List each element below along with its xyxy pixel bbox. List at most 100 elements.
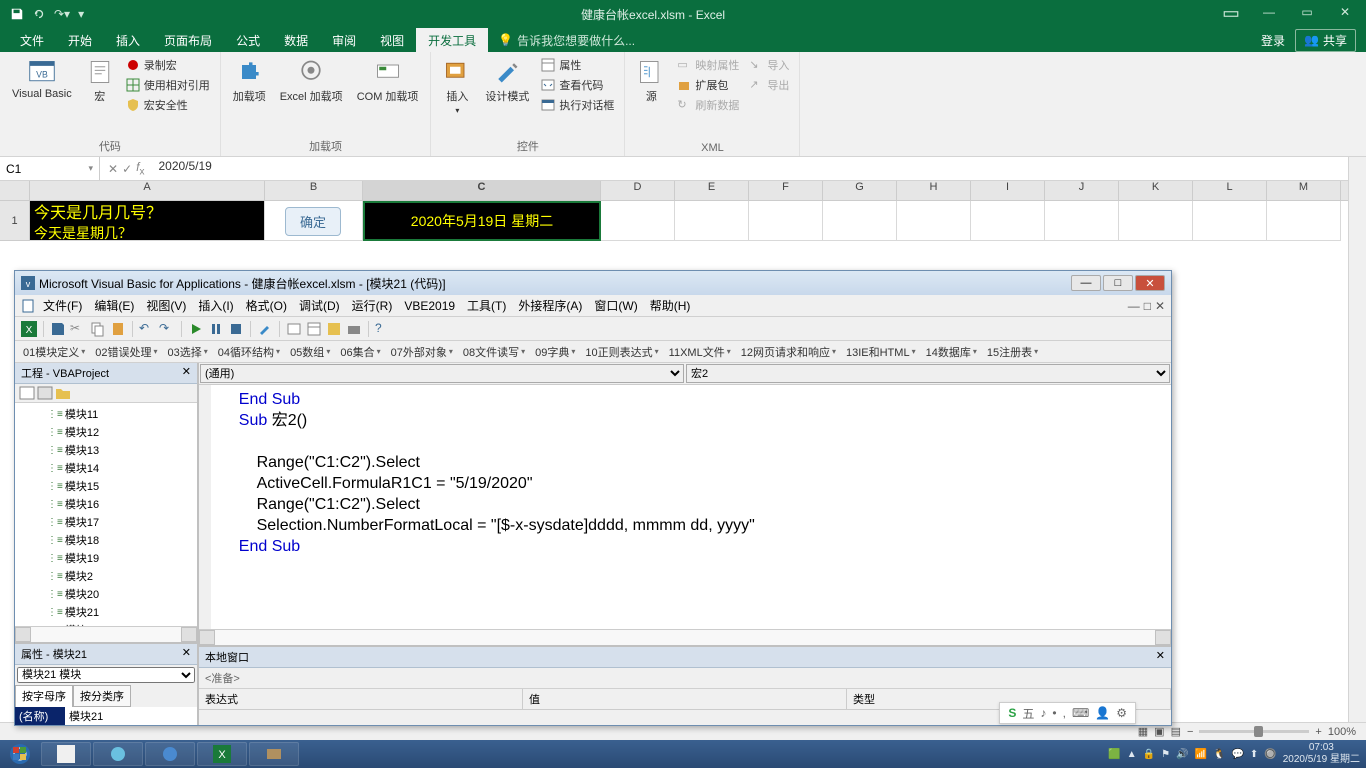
cell-B1[interactable]: 确定 [265,201,363,241]
tray-icon[interactable]: 📶 [1195,749,1207,760]
cell-I1[interactable] [971,201,1045,241]
vbe-minimize-icon[interactable]: — [1071,275,1101,291]
taskbar-excel[interactable]: X [197,742,247,766]
cancel-formula-icon[interactable]: ✕ [108,162,118,176]
tree-node-module[interactable]: ⋮≡模块15 [17,477,195,495]
vbe-tabbar-item[interactable]: 03选择 [164,342,212,362]
tab-home[interactable]: 开始 [56,28,104,52]
fx-icon[interactable]: fx [136,160,144,177]
tb-excel-icon[interactable]: X [21,321,37,337]
tray-icon[interactable]: 🐧 [1213,749,1225,760]
col-header[interactable]: M [1267,181,1341,200]
taskbar-item[interactable] [93,742,143,766]
taskbar-item[interactable] [41,742,91,766]
taskbar-clock[interactable]: 07:03 2020/5/19 星期二 [1283,742,1360,766]
mdi-control-icon[interactable]: ✕ [1155,299,1165,313]
col-header[interactable]: L [1193,181,1267,200]
tb-design-icon[interactable] [257,321,273,337]
tb-copy-icon[interactable] [90,321,106,337]
vbe-titlebar[interactable]: v Microsoft Visual Basic for Application… [15,271,1171,295]
cell-D1[interactable] [601,201,675,241]
tab-insert[interactable]: 插入 [104,28,152,52]
tab-view[interactable]: 视图 [368,28,416,52]
minimize-icon[interactable]: — [1260,5,1278,23]
close-icon[interactable]: ✕ [1336,5,1354,23]
share-button[interactable]: 👥共享 [1295,29,1356,52]
excel-addins-button[interactable]: Excel 加载项 [276,56,347,106]
design-mode-button[interactable]: 设计模式 [481,56,533,106]
tray-icon[interactable]: 🔘 [1264,749,1276,760]
ribbon-options-icon[interactable] [1222,5,1240,23]
cell-C1[interactable]: 2020年5月19日 星期二 [363,201,601,241]
folder-icon[interactable] [55,386,71,400]
vbe-tabbar-item[interactable]: 04循环结构 [214,342,284,362]
ok-button[interactable]: 确定 [285,207,341,236]
tree-node-module[interactable]: ⋮≡模块20 [17,585,195,603]
login-link[interactable]: 登录 [1261,32,1285,49]
col-header[interactable]: I [971,181,1045,200]
cell-J1[interactable] [1045,201,1119,241]
taskbar-item[interactable] [145,742,195,766]
tb-paste-icon[interactable] [110,321,126,337]
vbe-close-icon[interactable]: ✕ [1135,275,1165,291]
tab-developer[interactable]: 开发工具 [416,28,488,52]
undo-icon[interactable] [32,7,46,21]
tree-node-module[interactable]: ⋮≡模块2 [17,567,195,585]
mdi-control-icon[interactable]: □ [1144,299,1151,313]
tree-node-module[interactable]: ⋮≡模块13 [17,441,195,459]
view-code-button[interactable]: 查看代码 [539,76,616,94]
code-hscroll[interactable] [199,629,1171,645]
relative-ref-button[interactable]: 使用相对引用 [124,76,212,94]
zoom-in-icon[interactable]: + [1315,726,1321,738]
tb-project-icon[interactable] [286,321,302,337]
tray-icon[interactable]: ⬆ [1250,749,1258,760]
vbe-menu-item[interactable]: 运行(R) [348,297,397,314]
col-header[interactable]: K [1119,181,1193,200]
vbe-tabbar-item[interactable]: 13IE和HTML [842,342,920,362]
cell-F1[interactable] [749,201,823,241]
col-header[interactable]: D [601,181,675,200]
vbe-maximize-icon[interactable]: □ [1103,275,1133,291]
vbe-tabbar-item[interactable]: 15注册表 [983,342,1042,362]
vbe-menu-item[interactable]: 外接程序(A) [514,297,586,314]
row-header[interactable]: 1 [0,201,30,241]
cell-K1[interactable] [1119,201,1193,241]
pane-close-icon[interactable]: ✕ [1156,649,1165,665]
keyboard-icon[interactable]: ⌨ [1072,706,1089,720]
xml-source-button[interactable]: 源 [633,56,669,106]
vbe-tabbar-item[interactable]: 07外部对象 [387,342,457,362]
pane-close-icon[interactable]: ✕ [182,365,191,381]
vbe-tabbar-item[interactable]: 08文件读写 [459,342,529,362]
view-object-icon[interactable] [37,386,53,400]
start-button[interactable] [0,740,40,768]
vbe-menu-item[interactable]: 格式(O) [242,297,291,314]
tb-cut-icon[interactable]: ✂ [70,321,86,337]
tb-save-icon[interactable] [50,321,66,337]
project-tree[interactable]: ⋮≡模块11⋮≡模块12⋮≡模块13⋮≡模块14⋮≡模块15⋮≡模块16⋮≡模块… [15,403,197,626]
props-tab-cat[interactable]: 按分类序 [73,685,131,707]
cell-M1[interactable] [1267,201,1341,241]
tree-node-module[interactable]: ⋮≡模块17 [17,513,195,531]
vbe-menu-item[interactable]: 视图(V) [142,297,190,314]
props-tab-alpha[interactable]: 按字母序 [15,685,73,707]
tree-node-module[interactable]: ⋮≡模块11 [17,405,195,423]
tb-reset-icon[interactable] [228,321,244,337]
view-break-icon[interactable]: ▤ [1171,725,1181,738]
zoom-out-icon[interactable]: − [1187,726,1193,738]
record-macro-button[interactable]: 录制宏 [124,56,212,74]
insert-control-button[interactable]: 插入▾ [439,56,475,117]
cell-G1[interactable] [823,201,897,241]
mdi-control-icon[interactable]: — [1128,299,1140,313]
tb-run-icon[interactable] [188,321,204,337]
map-props-button[interactable]: ▭映射属性 [675,56,741,74]
tree-node-module[interactable]: ⋮≡模块18 [17,531,195,549]
tab-file[interactable]: 文件 [8,28,56,52]
vbe-tabbar-item[interactable]: 12网页请求和响应 [737,342,840,362]
vbe-menu-item[interactable]: 文件(F) [39,297,86,314]
cell-H1[interactable] [897,201,971,241]
vbe-menu-item[interactable]: 窗口(W) [590,297,641,314]
vbe-tabbar-item[interactable]: 10正则表达式 [581,342,662,362]
tray-icon[interactable]: ▲ [1127,749,1137,760]
expand-pack-button[interactable]: 扩展包 [675,76,741,94]
tree-node-module[interactable]: ⋮≡模块21 [17,603,195,621]
